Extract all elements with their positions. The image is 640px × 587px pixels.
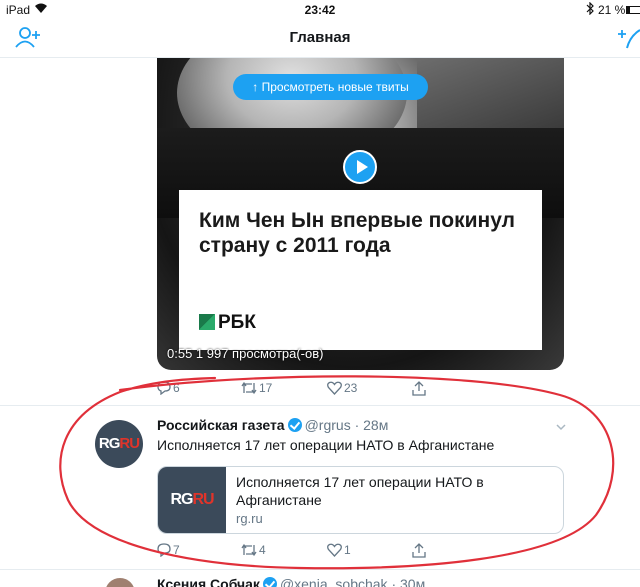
video-tweet-actions: 6 17 23	[157, 381, 487, 399]
author-handle: @rgrus · 28м	[304, 417, 389, 433]
battery-percent: 21 %	[598, 3, 626, 17]
video-headline-card: Ким Чен Ын впервые покинул страну с 2011…	[179, 190, 542, 350]
play-button[interactable]	[343, 150, 377, 184]
bluetooth-icon	[586, 1, 594, 18]
clock: 23:42	[304, 3, 336, 17]
link-preview-card[interactable]: RGRU Исполняется 17 лет операции НАТО в …	[157, 466, 564, 534]
video-headline: Ким Чен Ын впервые покинул страну с 2011…	[199, 209, 515, 257]
compose-tweet-icon[interactable]	[618, 26, 640, 50]
retweet-icon	[241, 381, 257, 395]
author-name[interactable]: Российская газета	[157, 417, 285, 433]
reply-icon	[157, 543, 171, 558]
next-tweet-header: Ксения Собчак @xenia_sobchak · 30м	[157, 576, 425, 587]
like-button[interactable]: 23	[327, 381, 357, 399]
heart-icon	[327, 543, 342, 557]
share-button[interactable]	[412, 381, 426, 399]
author-name[interactable]: Ксения Собчак	[157, 576, 260, 587]
timeline-divider	[0, 569, 640, 570]
reply-icon	[157, 381, 171, 396]
show-new-tweets-button[interactable]: ↑ Просмотреть новые твиты	[233, 74, 428, 100]
retweet-button[interactable]: 17	[241, 381, 272, 399]
share-button[interactable]	[412, 543, 426, 561]
avatar[interactable]: RGRU	[95, 420, 143, 468]
heart-icon	[327, 381, 342, 395]
page-title: Главная	[289, 29, 351, 46]
battery-icon	[626, 6, 640, 14]
nav-bar: Главная	[0, 20, 640, 58]
video-view-stats: 0:55 1 997 просмотра(-ов)	[167, 346, 324, 361]
verified-badge-icon	[262, 577, 277, 587]
retweet-button[interactable]: 4	[241, 543, 266, 561]
verified-badge-icon	[287, 418, 302, 432]
share-icon	[412, 543, 426, 558]
reply-button[interactable]: 6	[157, 381, 180, 399]
link-preview-thumbnail: RGRU	[158, 467, 226, 533]
chevron-down-icon[interactable]	[555, 420, 567, 432]
tweet-actions: 7 4 1	[157, 543, 487, 561]
rbc-logo: РБК	[199, 312, 256, 334]
author-handle: @xenia_sobchak · 30м	[279, 576, 426, 587]
link-preview-title: Исполняется 17 лет операции НАТО в Афган…	[236, 474, 484, 508]
status-bar: iPad 23:42 21 %	[0, 0, 640, 20]
retweet-icon	[241, 543, 257, 557]
avatar[interactable]	[105, 578, 135, 587]
share-icon	[412, 381, 426, 396]
like-button[interactable]: 1	[327, 543, 351, 561]
video-player[interactable]: Ким Чен Ын впервые покинул страну с 2011…	[157, 58, 564, 370]
timeline-divider	[0, 405, 640, 406]
reply-button[interactable]: 7	[157, 543, 180, 561]
rbc-logo-icon	[199, 314, 215, 330]
tweet-text: Исполняется 17 лет операции НАТО в Афган…	[157, 437, 495, 453]
link-preview-domain: rg.ru	[236, 511, 263, 526]
tweet-header: Российская газета @rgrus · 28м	[157, 417, 388, 433]
